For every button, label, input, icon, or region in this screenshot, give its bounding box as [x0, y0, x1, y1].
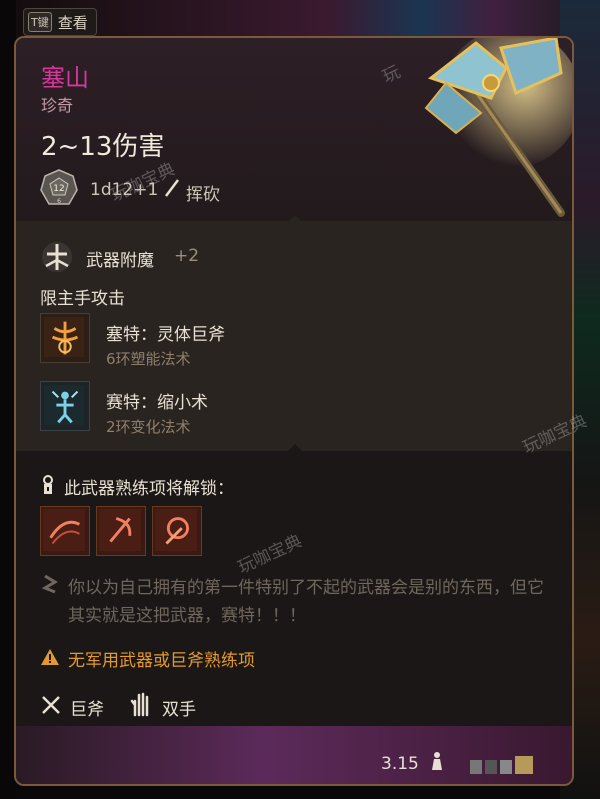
enchantment-label: 武器附魔: [86, 251, 154, 271]
inspect-hotkey-button[interactable]: T键 查看: [23, 8, 97, 36]
hotkey-keycap: T键: [28, 12, 52, 32]
damage-type: 挥砍: [186, 185, 220, 205]
weapon-type: 巨斧: [70, 700, 104, 720]
item-tooltip: 塞山 珍奇 2~13伤害 12 6 1d12+1 挥砍 武器附魔 +2 限主手攻…: [14, 36, 574, 786]
spell-name: 赛特：缩小术: [106, 393, 208, 413]
weight-icon: [432, 752, 442, 770]
item-name: 塞山: [41, 64, 89, 92]
spell-name: 塞特：灵体巨斧: [106, 325, 225, 345]
item-weight: 3.15: [381, 754, 419, 774]
spectral-axe-icon[interactable]: [40, 313, 90, 363]
proficiency-unlock-label: 此武器熟练项将解锁：: [64, 479, 234, 499]
flavor-text: 你以为自己拥有的第一件特别了不起的武器会是别的东西，但它其实就是这把武器，赛特！…: [68, 578, 544, 626]
d12-die-icon: 12 6: [40, 169, 78, 205]
greataxe-type-icon: [42, 696, 60, 714]
reduce-icon[interactable]: [40, 381, 90, 431]
item-rarity: 珍奇: [41, 96, 74, 115]
section-divider-notch: [288, 215, 302, 222]
attack-restriction: 限主手攻击: [40, 289, 125, 309]
unlock-icon: [43, 475, 53, 494]
section-divider-notch: [288, 444, 302, 451]
die-face-value: 12: [53, 184, 64, 194]
greataxe-item-image: [424, 38, 572, 217]
two-handed-icon: [130, 692, 149, 717]
lacerate-action-icon[interactable]: [96, 506, 146, 556]
topple-action-icon[interactable]: [152, 506, 202, 556]
spell-school: 6环塑能法术: [106, 350, 191, 368]
damage-range: 2~13伤害: [41, 132, 165, 162]
price-redacted: [470, 756, 550, 774]
enchantment-bonus: +2: [174, 246, 200, 266]
spell-school: 2环变化法术: [106, 418, 191, 436]
handedness: 双手: [162, 700, 196, 720]
proficiency-warning: 无军用武器或巨斧熟练项: [68, 651, 255, 671]
warning-icon: [41, 649, 59, 665]
die-face-sub: 6: [57, 198, 61, 205]
flavor-text-icon: [42, 574, 58, 594]
hotkey-label: 查看: [57, 13, 88, 32]
weapon-enchantment-icon: [42, 242, 72, 272]
cleave-action-icon[interactable]: [40, 506, 90, 556]
